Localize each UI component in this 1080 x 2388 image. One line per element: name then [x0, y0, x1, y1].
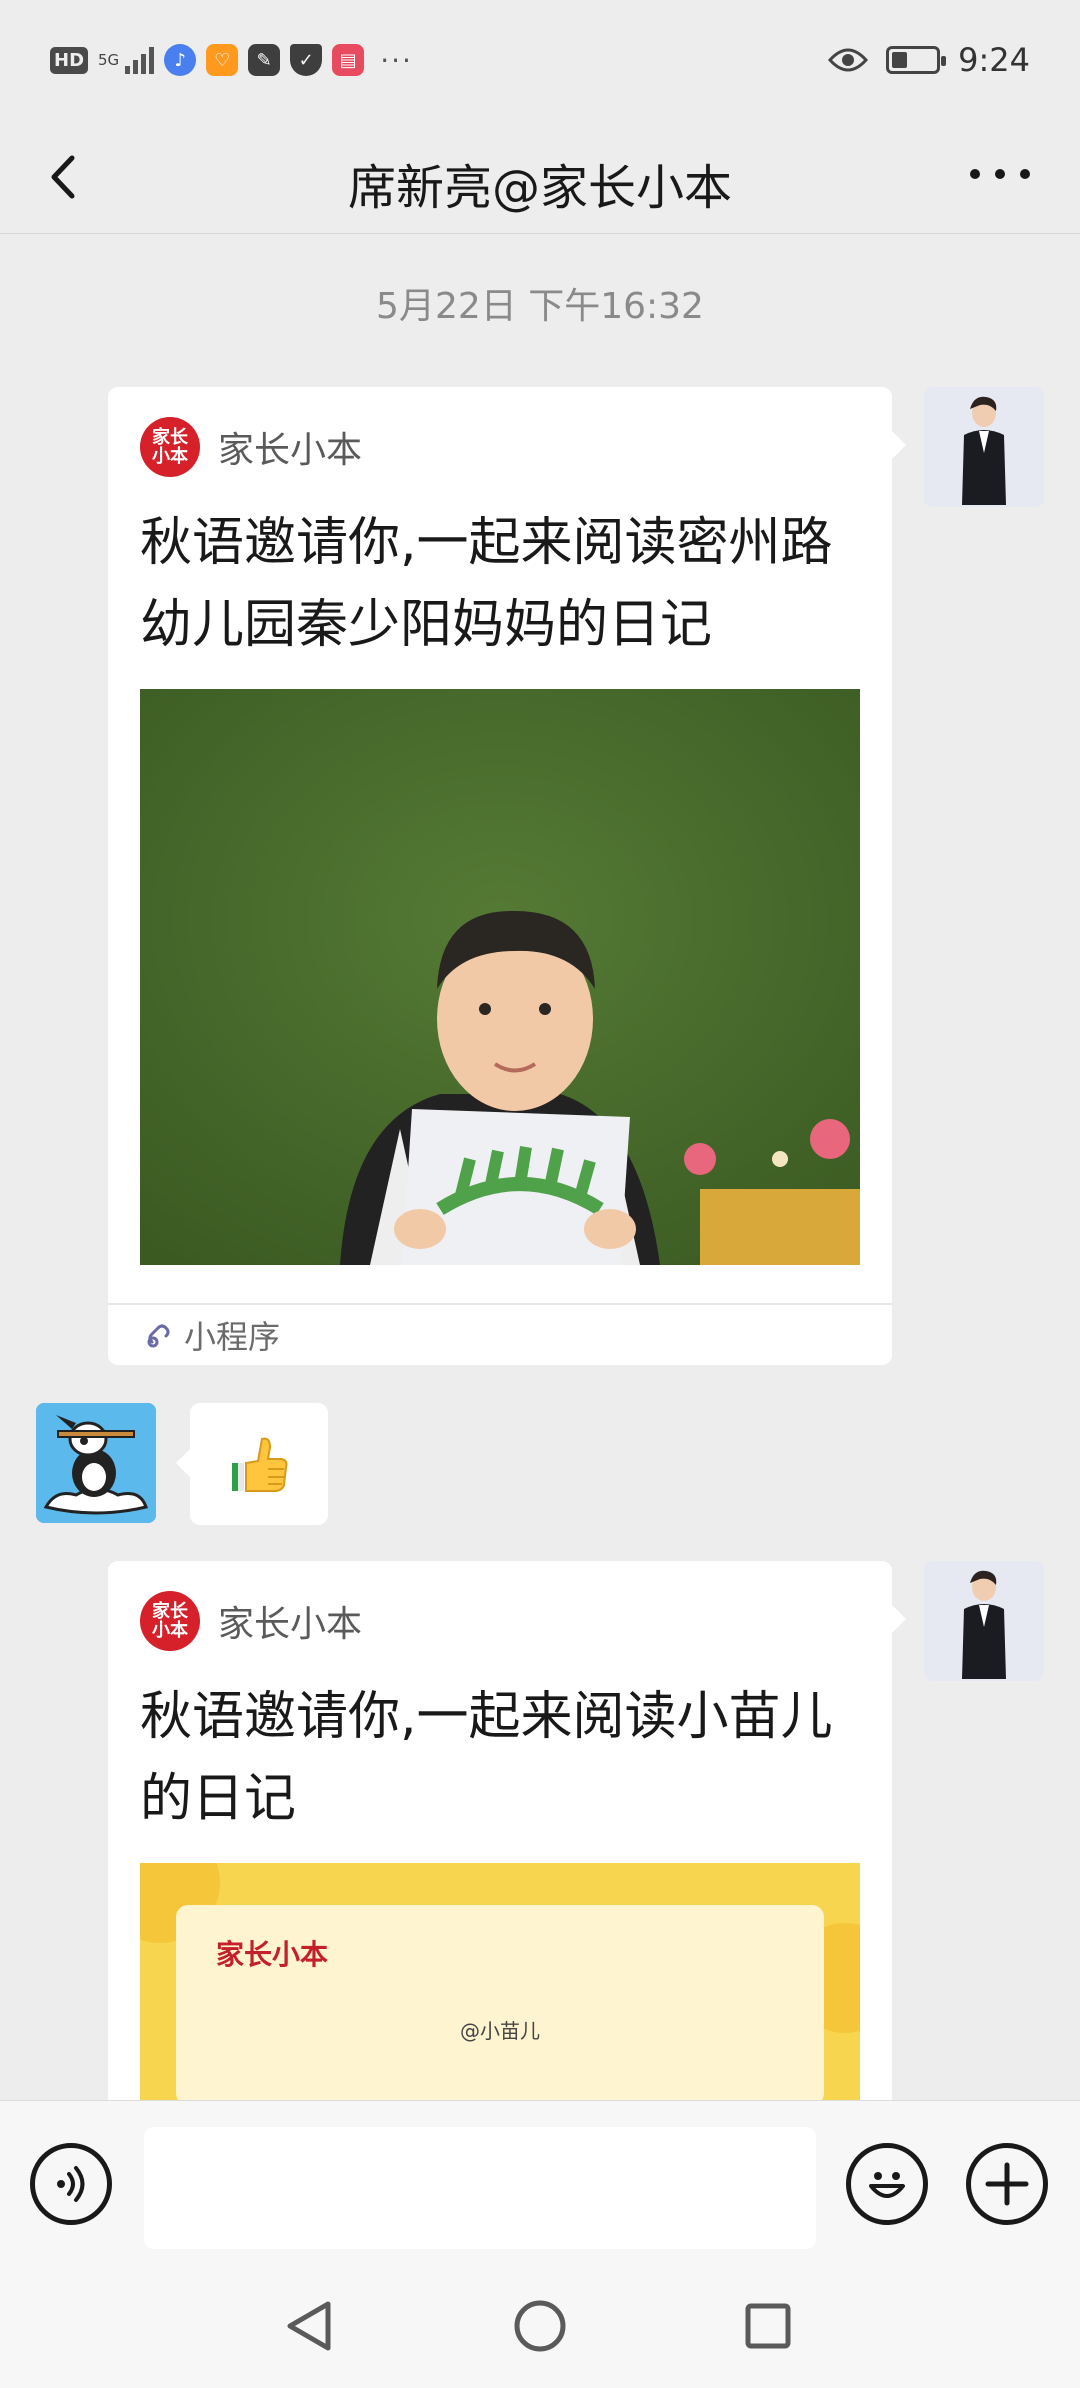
card-source: 家长 小本 家长小本 [140, 1591, 362, 1651]
system-navigation-bar [0, 2266, 1080, 2388]
music-icon: ♪ [164, 44, 197, 76]
my-avatar[interactable] [924, 1561, 1044, 1681]
plus-icon [985, 2162, 1029, 2206]
book-app-icon: ▤ [332, 44, 365, 76]
mini-program-card[interactable]: 家长 小本 家长小本 秋语邀请你,一起来阅读密州路幼儿园秦少阳妈妈的日记 小程序 [108, 387, 906, 1365]
card-photo [140, 689, 860, 1265]
more-options-icon[interactable] [970, 162, 1030, 186]
thumbs-up-icon [232, 1437, 288, 1492]
diary-user: @小苗儿 [460, 2019, 540, 2043]
emoji-message[interactable] [176, 1403, 328, 1525]
battery-level [892, 52, 908, 68]
back-triangle-icon[interactable] [280, 2296, 340, 2356]
battery-icon [886, 46, 947, 74]
card-source: 家长 小本 家长小本 [140, 417, 362, 477]
smiley-icon [869, 2172, 905, 2198]
eye-icon [828, 48, 869, 72]
card-title: 秋语邀请你,一起来阅读小苗儿的日记 [140, 1687, 833, 1829]
chat-header: 席新亮@家长小本 [0, 120, 1080, 234]
chat-title: 席新亮@家长小本 [347, 160, 732, 216]
voice-input-button[interactable] [30, 2143, 112, 2225]
brand-name: 家长小本 [218, 430, 363, 471]
signal-icon [125, 46, 155, 74]
brand-logo: 家长 小本 [140, 1591, 200, 1651]
card-image: 家长小本 @小苗儿 [140, 1863, 860, 2100]
my-avatar[interactable] [924, 387, 1044, 507]
input-bar [0, 2100, 1080, 2266]
more-functions-button[interactable] [966, 2143, 1048, 2225]
hd-badge: HD [50, 46, 89, 74]
status-right-group: 9:24 [828, 38, 1030, 82]
mini-program-icon [147, 1324, 170, 1348]
clock: 9:24 [958, 41, 1030, 79]
pen-app-icon: ✎ [248, 44, 281, 76]
message-list[interactable]: 5月22日 下午16:32 家长 小本 家长小本 秋语邀请你,一起来阅读密州路幼儿… [0, 235, 1080, 2100]
shield-icon: ✓ [290, 44, 323, 76]
brand-logo: 家长 小本 [140, 417, 200, 477]
mini-program-label: 小程序 [184, 1318, 281, 1356]
diary-preview: 家长小本 @小苗儿 [176, 1905, 824, 2100]
card-footer: 小程序 [108, 1303, 892, 1365]
mini-program-card[interactable]: 家长 小本 家长小本 秋语邀请你,一起来阅读小苗儿的日记 家长小本 @小苗儿 [108, 1561, 906, 2100]
brand-name: 家长小本 [218, 1604, 363, 1645]
message-input[interactable] [144, 2127, 816, 2249]
diary-brand: 家长小本 [216, 1938, 329, 1971]
more-notifications-icon: ··· [380, 43, 413, 77]
card-title: 秋语邀请你,一起来阅读密州路幼儿园秦少阳妈妈的日记 [140, 513, 833, 655]
status-left-group: HD 5G ♪ ♡ ✎ ✓ ▤ ··· [50, 40, 413, 80]
voice-icon [57, 2166, 85, 2202]
emoji-button[interactable] [846, 2143, 928, 2225]
recents-square-icon[interactable] [738, 2296, 798, 2356]
message-timestamp: 5月22日 下午16:32 [376, 286, 704, 327]
home-circle-icon[interactable] [510, 2296, 570, 2356]
network-type: 5G [98, 51, 120, 69]
status-bar: HD 5G ♪ ♡ ✎ ✓ ▤ ··· 9:24 [0, 0, 1080, 120]
heart-app-icon: ♡ [206, 44, 239, 76]
contact-avatar[interactable] [36, 1403, 156, 1523]
